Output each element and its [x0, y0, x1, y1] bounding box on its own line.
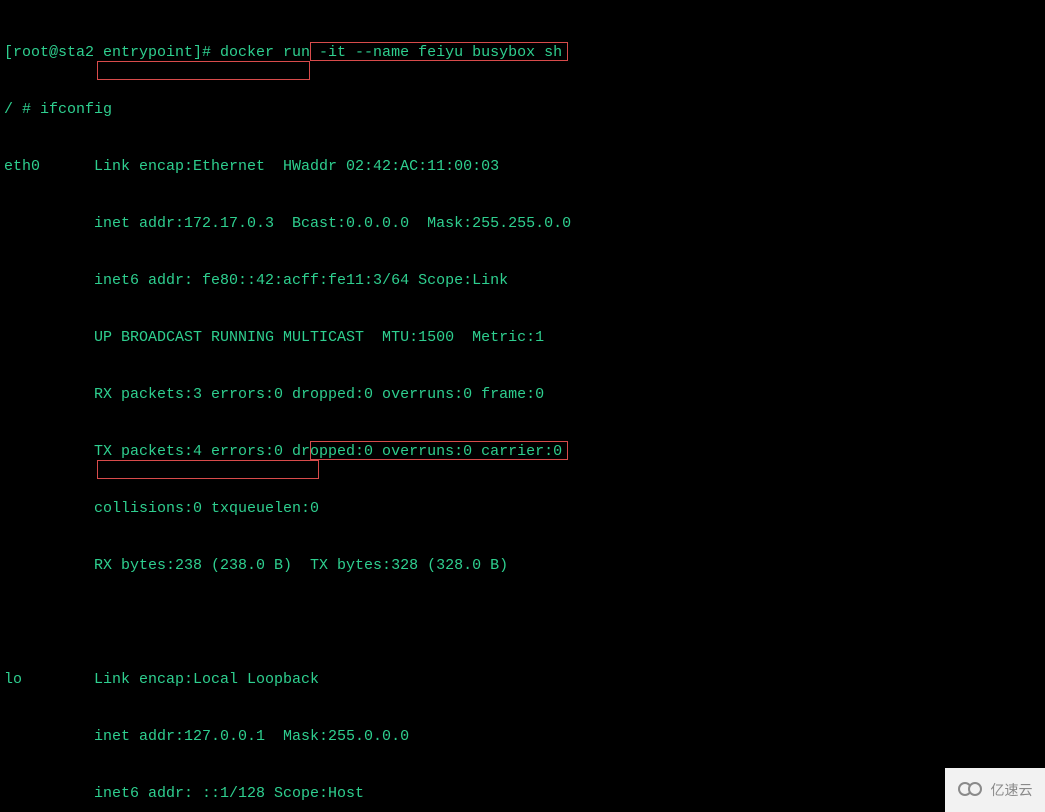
terminal-line: lo Link encap:Local Loopback — [4, 670, 1041, 689]
terminal-line: eth0 Link encap:Ethernet HWaddr 02:42:AC… — [4, 157, 1041, 176]
terminal-output[interactable]: [root@sta2 entrypoint]# docker run -it -… — [0, 0, 1045, 812]
watermark-text: 亿速云 — [991, 780, 1033, 800]
highlight-inetaddr-1 — [97, 61, 310, 80]
watermark-badge: 亿速云 — [945, 768, 1045, 812]
terminal-line: UP BROADCAST RUNNING MULTICAST MTU:1500 … — [4, 328, 1041, 347]
terminal-line: RX bytes:238 (238.0 B) TX bytes:328 (328… — [4, 556, 1041, 575]
terminal-line: inet6 addr: ::1/128 Scope:Host — [4, 784, 1041, 803]
highlight-inetaddr-2 — [97, 460, 319, 479]
terminal-line: TX packets:4 errors:0 dropped:0 overruns… — [4, 442, 1041, 461]
terminal-line: inet addr:127.0.0.1 Mask:255.0.0.0 — [4, 727, 1041, 746]
terminal-line: inet addr:172.17.0.3 Bcast:0.0.0.0 Mask:… — [4, 214, 1041, 233]
terminal-line: [root@sta2 entrypoint]# docker run -it -… — [4, 43, 1041, 62]
terminal-line: RX packets:3 errors:0 dropped:0 overruns… — [4, 385, 1041, 404]
terminal-line: collisions:0 txqueuelen:0 — [4, 499, 1041, 518]
cloud-logo-icon — [958, 781, 986, 799]
terminal-line: inet6 addr: fe80::42:acff:fe11:3/64 Scop… — [4, 271, 1041, 290]
terminal-line: / # ifconfig — [4, 100, 1041, 119]
terminal-line — [4, 613, 1041, 632]
